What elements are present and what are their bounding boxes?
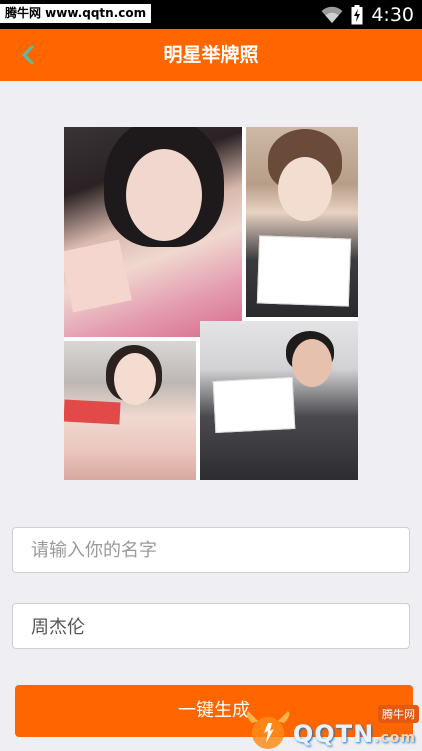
celebrity-name-input[interactable] [12,603,410,649]
wifi-icon [321,6,343,23]
celebrity-photo-1 [64,127,242,337]
page-title: 明星举牌照 [163,44,259,66]
qqtn-brand-text: QQTN [292,720,375,748]
celebrity-photo-2 [246,127,358,317]
qqtn-logo-icon [246,711,290,749]
celebrity-photo-3 [64,341,196,480]
status-icons: 4:30 [321,0,414,29]
celebrity-photo-4 [200,321,358,480]
status-bar: 腾牛网 www.qqtn.com 4:30 [0,0,422,29]
clock-time: 4:30 [371,3,414,26]
app-bar: 明星举牌照 [0,29,422,81]
qqtn-suffix: .com [374,730,416,746]
battery-icon [351,4,363,24]
qqtn-watermark: 腾牛网 QQTN.com [242,703,422,751]
name-input[interactable] [12,527,410,573]
celebrity-photo-collage [64,127,358,480]
qqtn-brand: QQTN.com [293,720,416,748]
watermark-badge: 腾牛网 www.qqtn.com [0,4,152,23]
